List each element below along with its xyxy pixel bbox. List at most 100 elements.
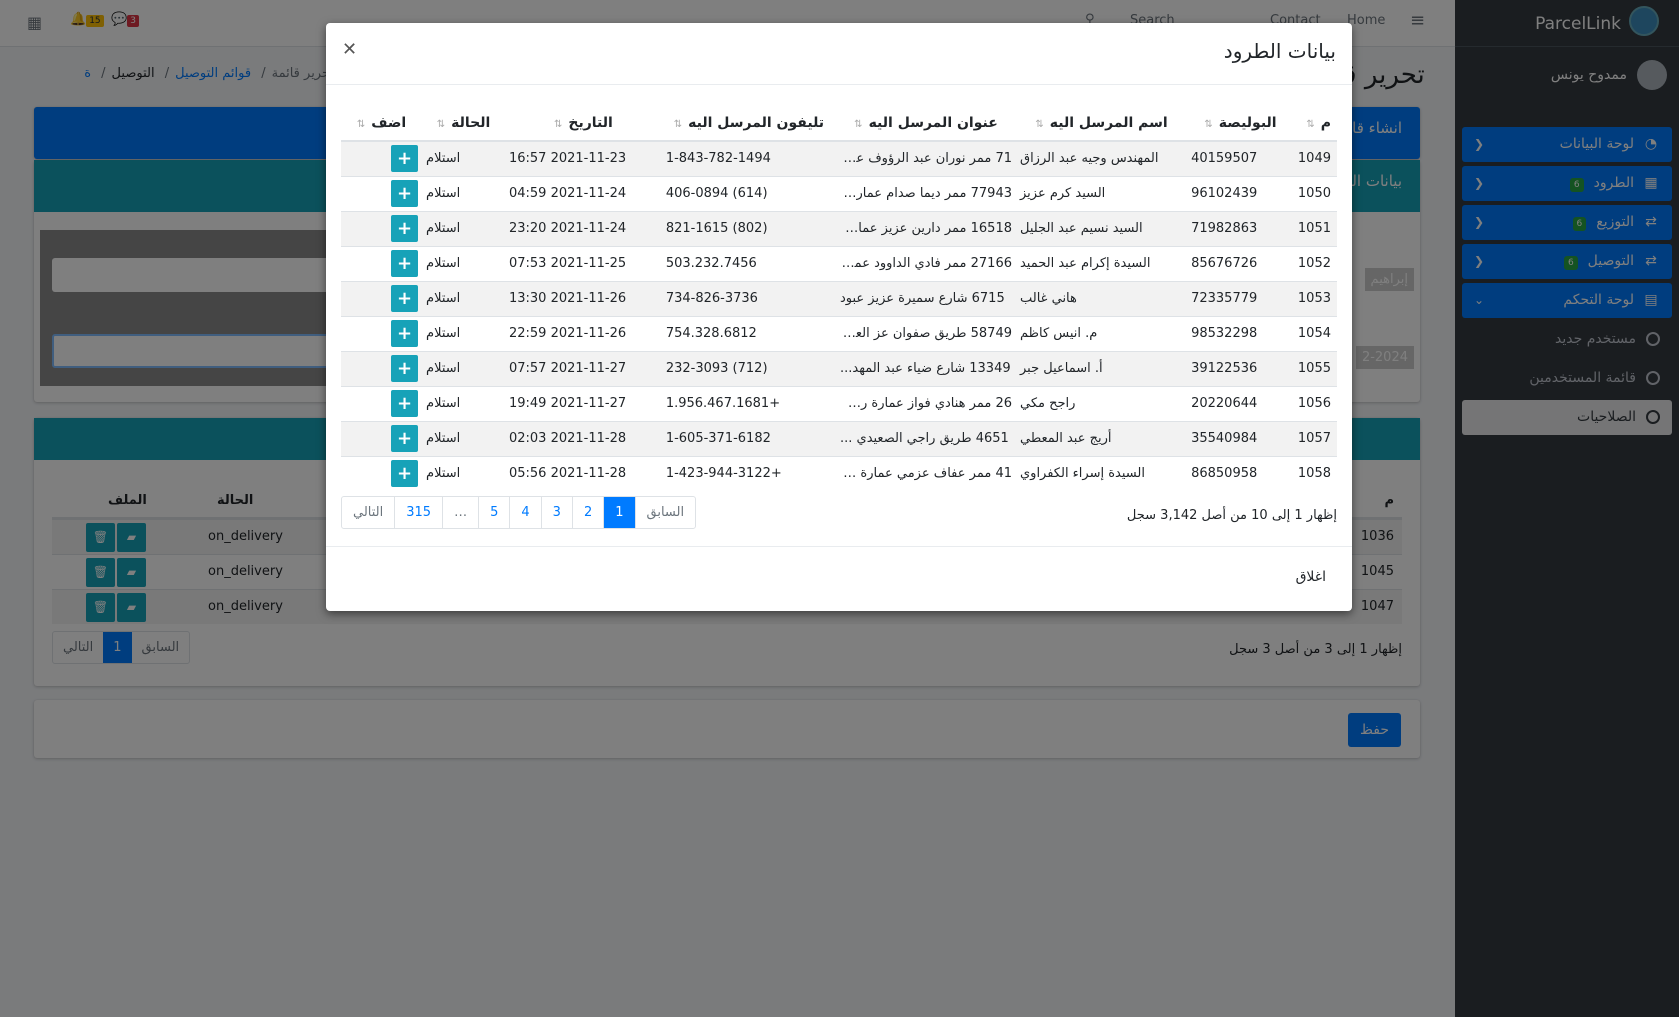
cell-add: + <box>341 245 423 281</box>
page-ellipsis: … <box>442 497 478 528</box>
cell-date: 2021-11-25 07:53 <box>504 245 662 281</box>
close-icon[interactable]: ✕ <box>342 39 357 60</box>
cell-policy: 98532298 <box>1187 315 1294 351</box>
table-row: 1058 86850958 السيدة إسراء الكفراوي 41 ممر … <box>341 455 1337 491</box>
cell-id: 1053 <box>1293 280 1337 316</box>
cell-name: م. انيس كاظم <box>1015 315 1188 351</box>
parcels-modal: بيانات الطرود ✕ م⇅ البوليصة⇅ اسم المرسل … <box>326 23 1352 611</box>
page-2[interactable]: 2 <box>571 497 603 528</box>
cell-id: 1054 <box>1293 315 1337 351</box>
pagination: التالي 315 … 5 4 3 2 1 السابق <box>341 496 697 529</box>
col-status[interactable]: الحالة⇅ <box>422 106 505 142</box>
col-add[interactable]: اضف⇅ <box>341 106 423 142</box>
cell-policy: 39122536 <box>1187 350 1294 386</box>
table-row: 1052 85676726 السيدة إكرام عبد الحميد 27166… <box>341 245 1337 281</box>
page-5[interactable]: 5 <box>478 497 509 528</box>
sort-icon: ⇅ <box>356 119 366 130</box>
cell-address: 13349 شارع ضياء عبد المهد... <box>835 350 1016 386</box>
cell-address: 71 ممر نوران عبد الرؤوف عما... <box>835 140 1016 176</box>
col-policy[interactable]: البوليصة⇅ <box>1187 106 1294 142</box>
table-header-row: م⇅ البوليصة⇅ اسم المرسل اليه⇅ عنوان المر… <box>341 106 1337 142</box>
page-315[interactable]: 315 <box>394 497 442 528</box>
table-row: 1057 35540984 أريج عبد المعطي 4651 طريق راج… <box>341 420 1337 456</box>
cell-name: أ. اسماعيل جبر <box>1015 350 1188 386</box>
add-parcel-button[interactable]: + <box>391 285 418 312</box>
cell-date: 2021-11-26 13:30 <box>504 280 662 316</box>
sort-icon: ⇅ <box>1204 119 1213 130</box>
cell-policy: 71982863 <box>1187 210 1294 246</box>
cell-id: 1055 <box>1293 350 1337 386</box>
next-button[interactable]: التالي <box>342 497 394 528</box>
col-id[interactable]: م⇅ <box>1293 106 1337 142</box>
cell-status: استلام <box>422 210 505 246</box>
sort-icon: ⇅ <box>1035 119 1044 130</box>
modal-header: بيانات الطرود ✕ <box>326 23 1352 85</box>
cell-id: 1058 <box>1293 455 1337 491</box>
add-parcel-button[interactable]: + <box>391 460 418 488</box>
sort-icon: ⇅ <box>553 119 563 130</box>
cell-policy: 86850958 <box>1187 455 1294 491</box>
sort-icon: ⇅ <box>436 119 446 130</box>
add-parcel-button[interactable]: + <box>391 425 418 452</box>
prev-button[interactable]: السابق <box>634 497 696 528</box>
add-parcel-button[interactable]: + <box>391 215 418 242</box>
cell-date: 2021-11-28 02:03 <box>504 420 662 456</box>
cell-date: 2021-11-23 16:57 <box>504 140 662 176</box>
cell-phone: (802) 821-1615 <box>661 210 836 246</box>
col-name[interactable]: اسم المرسل اليه⇅ <box>1015 106 1188 142</box>
cell-status: استلام <box>422 455 505 491</box>
cell-name: راجح مكي <box>1015 385 1188 421</box>
col-phone[interactable]: تليفون المرسل اليه⇅ <box>661 106 836 142</box>
cell-add: + <box>341 210 423 246</box>
cell-address: 6715 شارع سميرة عزيز عبود <box>835 280 1016 316</box>
add-parcel-button[interactable]: + <box>391 390 418 417</box>
add-parcel-button[interactable]: + <box>391 180 418 207</box>
cell-policy: 20220644 <box>1187 385 1294 421</box>
cell-address: 27166 ممر فادي الداوود عمار... <box>835 245 1016 281</box>
cell-name: السيد نسيم عبد الجليل <box>1015 210 1188 246</box>
add-parcel-button[interactable]: + <box>391 320 418 347</box>
add-parcel-button[interactable]: + <box>391 250 418 277</box>
cell-policy: 72335779 <box>1187 280 1294 316</box>
cell-id: 1056 <box>1293 385 1337 421</box>
cell-name: السيدة إكرام عبد الحميد <box>1015 245 1188 281</box>
table-row: 1056 20220644 راجح مكي 26 ممر هنادي فواز عم… <box>341 385 1337 421</box>
cell-add: + <box>341 455 423 491</box>
cell-phone: (712) 232-3093 <box>661 350 836 386</box>
add-parcel-button[interactable]: + <box>391 355 418 382</box>
cell-add: + <box>341 140 423 176</box>
cell-name: السيد كرم عزيز <box>1015 175 1188 211</box>
cell-id: 1050 <box>1293 175 1337 211</box>
cell-phone: 1-843-782-1494 <box>661 140 836 176</box>
page-1[interactable]: 1 <box>603 497 635 528</box>
col-date[interactable]: التاريخ⇅ <box>504 106 662 142</box>
cell-policy: 40159507 <box>1187 140 1294 176</box>
close-button[interactable]: اغلاق <box>1296 569 1326 585</box>
add-parcel-button[interactable]: + <box>391 145 418 173</box>
cell-policy: 35540984 <box>1187 420 1294 456</box>
cell-status: استلام <box>422 385 505 421</box>
cell-add: + <box>341 175 423 211</box>
cell-date: 2021-11-24 23:20 <box>504 210 662 246</box>
cell-phone: +1-423-944-3122 <box>661 455 836 491</box>
cell-name: هاني غالب <box>1015 280 1188 316</box>
cell-status: استلام <box>422 245 505 281</box>
cell-name: المهندس وجيه عبد الرزاق <box>1015 140 1188 176</box>
cell-name: أريج عبد المعطي <box>1015 420 1188 456</box>
page-3[interactable]: 3 <box>540 497 572 528</box>
cell-add: + <box>341 280 423 316</box>
cell-address: 4651 طريق راجي الصعيدي ... <box>835 420 1016 456</box>
table-row: 1053 72335779 هاني غالب 6715 شارع سميرة عزي… <box>341 280 1337 316</box>
cell-phone: 734-826-3736 <box>661 280 836 316</box>
cell-status: استلام <box>422 140 505 176</box>
modal-title: بيانات الطرود <box>1223 39 1336 63</box>
table-row: 1050 96102439 السيد كرم عزيز 77943 ممر ديما… <box>341 175 1337 211</box>
cell-id: 1049 <box>1293 140 1337 176</box>
cell-date: 2021-11-27 07:57 <box>504 350 662 386</box>
table-row: 1055 39122536 أ. اسماعيل جبر 13349 شارع ضيا… <box>341 350 1337 386</box>
col-address[interactable]: عنوان المرسل اليه⇅ <box>835 106 1016 142</box>
cell-status: استلام <box>422 420 505 456</box>
page-4[interactable]: 4 <box>509 497 540 528</box>
table-row: 1049 40159507 المهندس وجيه عبد الرزاق 71 مم… <box>341 140 1337 176</box>
sort-icon: ⇅ <box>854 119 863 130</box>
